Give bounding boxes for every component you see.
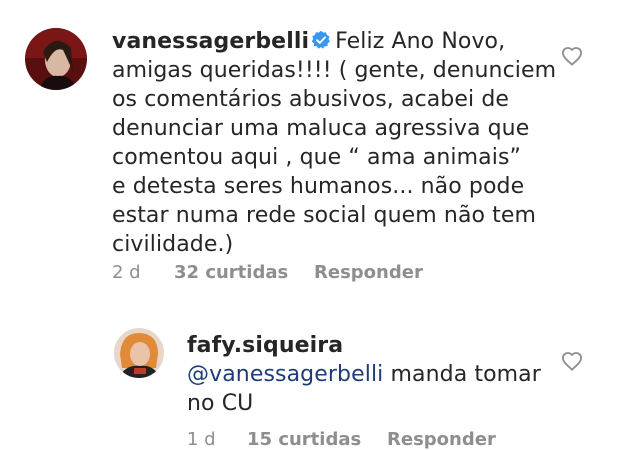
avatar[interactable] bbox=[25, 28, 87, 90]
comment-text-line: denunciar uma maluca agressiva que bbox=[112, 116, 530, 141]
comment-text-line: comentou aqui , que “ ama animais” bbox=[112, 145, 522, 170]
username[interactable]: vanessagerbelli bbox=[112, 29, 309, 54]
comment-text: vanessagerbelli Feliz Ano Novo, amigas qu… bbox=[112, 27, 592, 259]
likes-count[interactable]: 32 curtidas bbox=[174, 262, 314, 283]
comment-meta: 1 d 15 curtidas Responder bbox=[187, 429, 496, 450]
likes-count[interactable]: 15 curtidas bbox=[247, 429, 387, 450]
verified-badge-icon bbox=[311, 29, 331, 49]
reply-button[interactable]: Responder bbox=[314, 262, 423, 283]
comment-time: 2 d bbox=[112, 262, 141, 283]
comment-text-line: no CU bbox=[187, 391, 254, 416]
comment-text-line: civilidade.) bbox=[112, 232, 234, 257]
avatar[interactable] bbox=[114, 328, 164, 378]
mention-link[interactable]: @vanessagerbelli bbox=[187, 362, 383, 387]
comment-meta: 2 d 32 curtidas Responder bbox=[112, 262, 423, 283]
comment-text-line: Feliz Ano Novo, bbox=[335, 29, 506, 54]
comment-text-line: estar numa rede social quem não tem bbox=[112, 203, 537, 228]
heart-outline-icon[interactable] bbox=[561, 46, 583, 66]
comment-text-line: os comentários abusivos, acabei de bbox=[112, 87, 510, 112]
username[interactable]: fafy.siqueira bbox=[187, 333, 343, 358]
comment-text-line: amigas queridas!!!! ( gente, denunciem bbox=[112, 58, 557, 83]
heart-outline-icon[interactable] bbox=[561, 351, 583, 371]
comment-time: 1 d bbox=[187, 429, 216, 450]
comment-text-line: e detesta seres humanos... não pode bbox=[112, 174, 525, 199]
comment-text: fafy.siqueira @vanessagerbelli manda tom… bbox=[187, 331, 577, 418]
reply-fafy-siqueira: fafy.siqueira @vanessagerbelli manda tom… bbox=[0, 300, 620, 450]
comment-text-line: manda tomar bbox=[383, 362, 541, 387]
reply-button[interactable]: Responder bbox=[387, 429, 496, 450]
comment-vanessagerbelli: vanessagerbelli Feliz Ano Novo, amigas qu… bbox=[0, 0, 620, 300]
